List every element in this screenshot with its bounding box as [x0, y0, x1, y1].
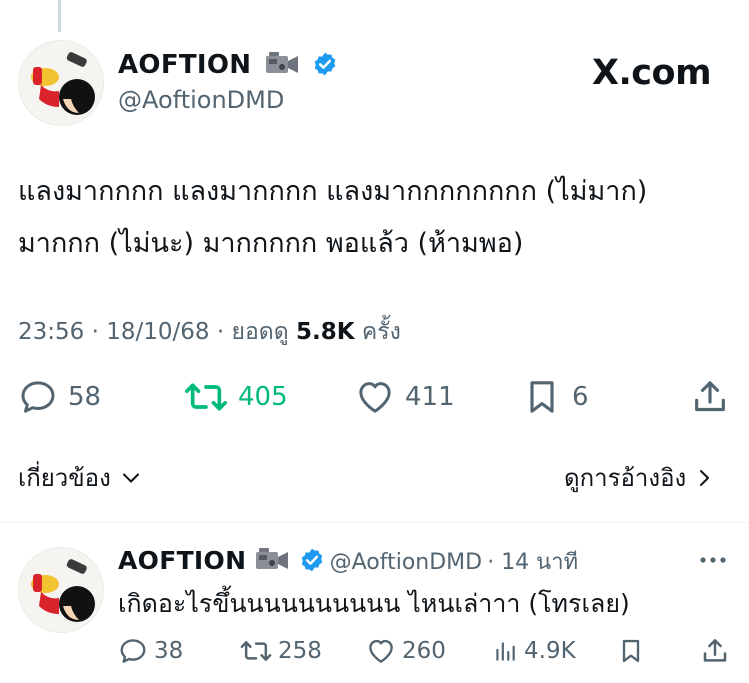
views-suffix: ครั้ง: [361, 319, 401, 345]
views-count: 5.8K: [295, 319, 355, 345]
reply-like-count: 260: [402, 638, 446, 664]
share-button[interactable]: [690, 377, 730, 417]
reply-avatar-illustration: [19, 548, 103, 632]
reply-avatar[interactable]: [18, 547, 104, 633]
verified-badge-icon: [314, 52, 336, 76]
more-horizontal-icon: [700, 557, 726, 563]
repost-button[interactable]: 405: [184, 377, 288, 417]
reply-bookmark-button[interactable]: [617, 636, 645, 666]
reply-header: AOFTION @AoftionDMD · 14 นาที: [118, 546, 579, 575]
author-handle[interactable]: @AoftionDMD: [118, 86, 284, 114]
reply-icon: [21, 381, 55, 413]
verified-badge-icon: [301, 548, 322, 572]
reply-reply-button[interactable]: 38: [118, 636, 183, 666]
related-label: เกี่ยวข้อง: [18, 464, 111, 492]
tweet-time[interactable]: 23:56: [18, 319, 84, 345]
reply-time[interactable]: 14 นาที: [501, 550, 578, 575]
like-count: 411: [405, 382, 455, 412]
reply-text: เกิดอะไรขึ้นนนนนนนนนน ไหนเล่าาา (โทรเลย): [118, 589, 630, 618]
tweet-meta: 23:56 · 18/10/68 · ยอดดู 5.8K ครั้ง: [18, 319, 401, 345]
more-options-button[interactable]: [697, 548, 729, 576]
reply-count: 58: [68, 382, 102, 412]
divider: [0, 522, 749, 523]
avatar-illustration: [19, 41, 103, 125]
heart-icon: [369, 639, 393, 663]
views-prefix: ยอดดู: [231, 319, 289, 345]
repost-icon: [185, 383, 228, 411]
reply-share-button[interactable]: [700, 636, 730, 666]
bookmark-button[interactable]: 6: [522, 377, 589, 417]
bookmark-icon: [530, 381, 554, 413]
repost-icon: [240, 641, 272, 661]
thread-connector-line: [58, 0, 61, 32]
heart-icon: [359, 382, 391, 413]
site-watermark: X.com: [592, 53, 712, 93]
analytics-icon: [496, 642, 515, 661]
reply-reply-count: 38: [154, 638, 184, 664]
video-camera-icon: [265, 52, 298, 73]
tweet-text-line-1: แลงมากกกก แลงมากกกก แลงมากกกกกกกก (ไม่มา…: [18, 176, 648, 207]
bookmark-icon: [622, 639, 640, 663]
video-camera-icon: [256, 548, 289, 569]
share-icon: [695, 381, 725, 412]
chevron-right-icon: [700, 469, 710, 486]
author-name-row[interactable]: AOFTION: [118, 50, 338, 80]
author-display-name: AOFTION: [118, 50, 252, 80]
view-quotes-label: ดูการอ้างอิง: [564, 464, 687, 492]
reply-repost-button[interactable]: 258: [240, 636, 322, 666]
reply-repost-count: 258: [278, 638, 322, 664]
share-icon: [703, 639, 727, 662]
reply-author-name[interactable]: AOFTION: [118, 546, 246, 575]
reply-like-button[interactable]: 260: [366, 636, 446, 666]
reply-author-handle[interactable]: @AoftionDMD: [330, 550, 483, 575]
reply-views-count: 4.9K: [524, 638, 576, 664]
tweet-text-line-2: มากกก (ไม่นะ) มากกกกก พอแล้ว (ห้ามพอ): [18, 228, 524, 259]
view-quotes-link[interactable]: ดูการอ้างอิง: [564, 458, 716, 497]
related-dropdown[interactable]: เกี่ยวข้อง: [18, 458, 143, 497]
tweet-date[interactable]: 18/10/68: [106, 319, 209, 345]
reply-icon: [120, 639, 146, 663]
reply-views-button[interactable]: 4.9K: [492, 636, 576, 666]
reply-button[interactable]: 58: [18, 377, 101, 417]
bookmark-count: 6: [572, 382, 589, 412]
repost-count: 405: [238, 382, 288, 412]
avatar[interactable]: [18, 40, 104, 126]
like-button[interactable]: 411: [355, 377, 455, 417]
tweet-text: แลงมากกกก แลงมากกกก แลงมากกกกกกกก (ไม่มา…: [18, 166, 738, 270]
chevron-down-icon: [122, 473, 139, 482]
